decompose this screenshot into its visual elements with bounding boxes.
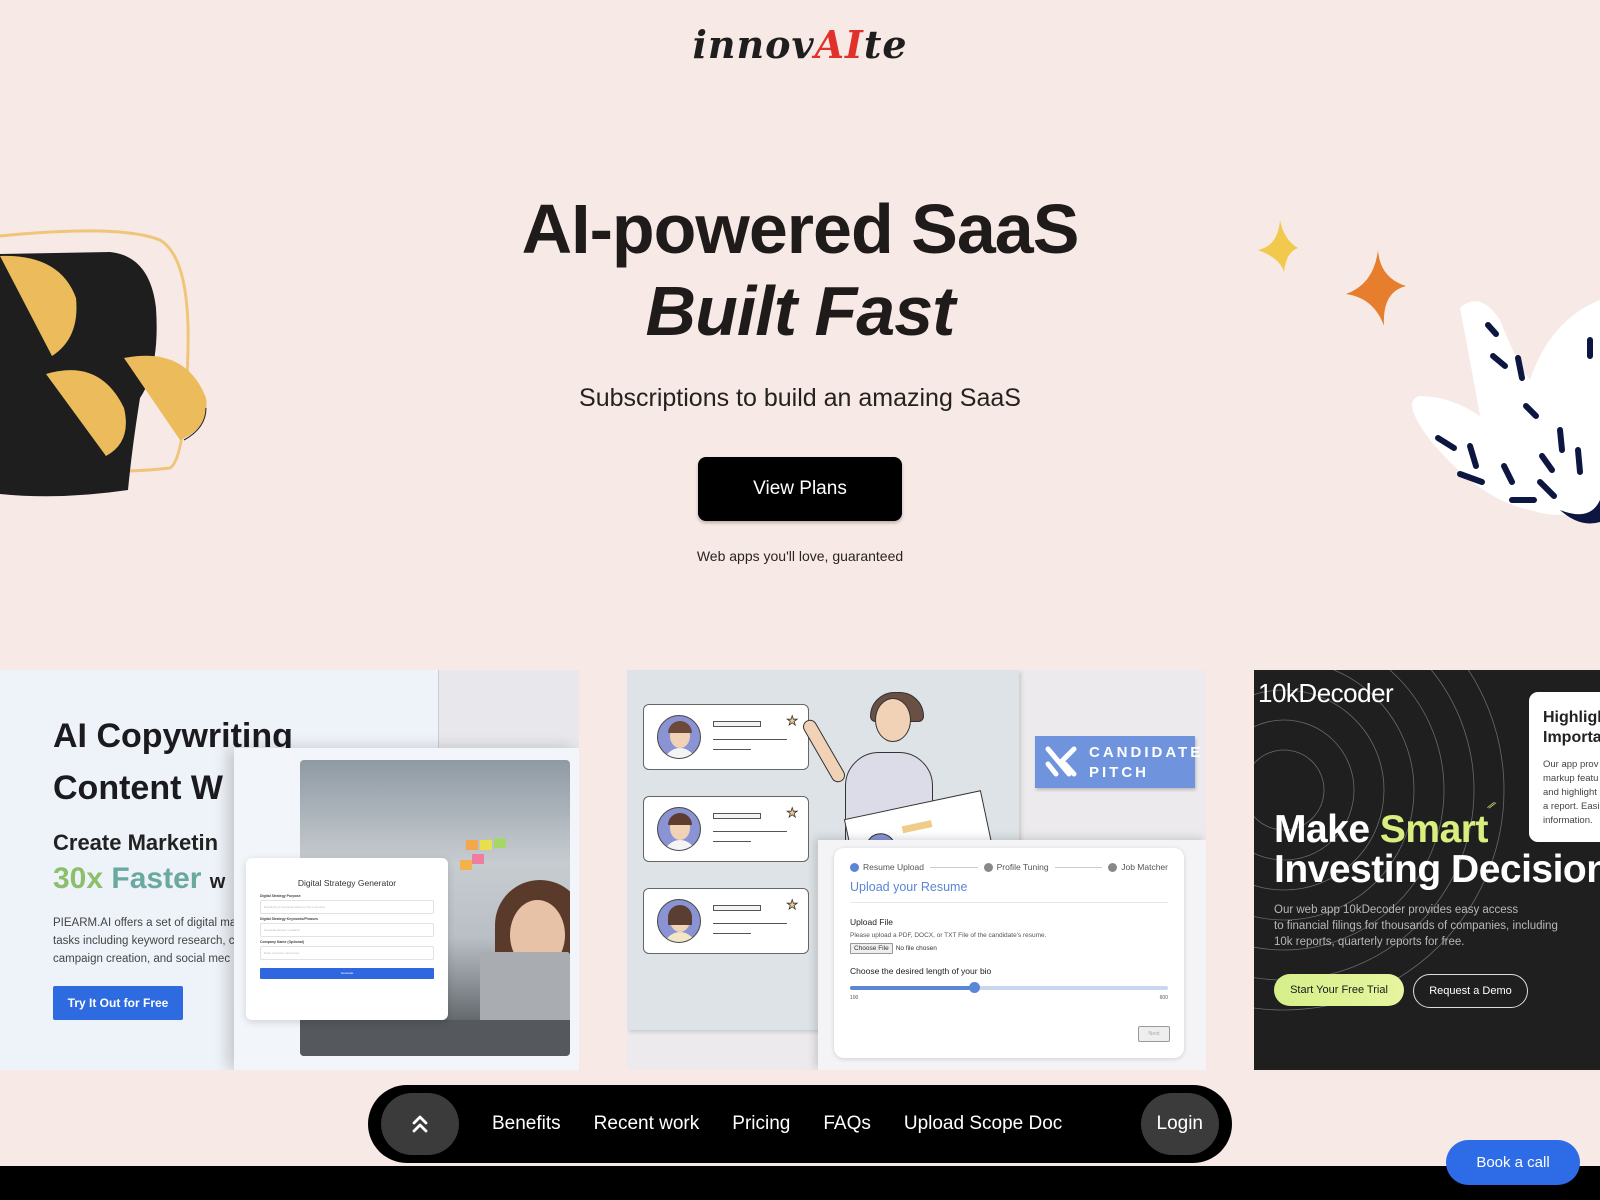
purpose-field: Explaining a Financial Advisory firm's s… <box>260 900 434 914</box>
highlight-title-line1: Highligh <box>1543 709 1600 726</box>
keywords-field: Financial advisor in Atlanta <box>260 923 434 937</box>
star-icon: ★ <box>786 713 798 729</box>
slider-min: 100 <box>850 995 859 1001</box>
work-card-candidate-pitch[interactable]: ★ ★ ★ CANDIDATE PITCH Resume Upload Prof… <box>627 670 1206 1070</box>
view-plans-button[interactable]: View Plans <box>698 457 902 521</box>
digital-strategy-form: Digital Strategy Generator Digital Strat… <box>246 858 448 1020</box>
profile-card: ★ <box>643 796 809 862</box>
candidate-pitch-mark-icon <box>1045 746 1077 777</box>
nav-benefits[interactable]: Benefits <box>492 1113 561 1135</box>
avatar <box>657 715 701 759</box>
logo-text-line2: PITCH <box>1089 764 1149 781</box>
upload-help-text: Please upload a PDF, DOCX, or TXT File o… <box>850 932 1047 939</box>
card-description: PIEARM.AI offers a set of digital ma tas… <box>53 917 237 965</box>
nav-faqs[interactable]: FAQs <box>823 1113 871 1135</box>
work-card-10kdecoder[interactable]: 10kDecoder Highligh Importa Our app prov… <box>1254 670 1600 1070</box>
nav-upload-scope-doc[interactable]: Upload Scope Doc <box>904 1113 1062 1135</box>
headline-line2: Investing Decision <box>1274 848 1600 891</box>
logo-prefix: innov <box>692 22 815 67</box>
profile-card: ★ <box>643 704 809 770</box>
slider-thumb <box>969 982 981 993</box>
upload-file-label: Upload File <box>850 917 893 927</box>
description-line: Our web app 10kDecoder provides easy acc… <box>1274 904 1519 916</box>
field-label: Digital Strategy Keywords/Phrases <box>260 917 318 921</box>
star-icon: ★ <box>786 897 798 913</box>
generate-button: Generate <box>260 968 434 979</box>
headline-word: Make <box>1274 808 1370 851</box>
candidate-pitch-logo: CANDIDATE PITCH <box>1035 736 1200 788</box>
choose-file-button: Choose File <box>850 943 893 954</box>
book-a-call-button[interactable]: Book a call <box>1446 1140 1580 1185</box>
speed-claim: 30x Faster w <box>53 862 225 896</box>
login-button[interactable]: Login <box>1140 1093 1219 1155</box>
resume-upload-preview: Resume Upload Profile Tuning Job Matcher… <box>818 840 1206 1070</box>
laptop-image <box>480 952 570 1022</box>
highlight-body-line: and highlight <box>1543 787 1597 798</box>
headline-accent-word: Smart <box>1379 808 1489 851</box>
profile-card: ★ <box>643 888 809 954</box>
no-file-text: No file chosen <box>895 945 937 952</box>
hero-guarantee-note: Web apps you'll love, guaranteed <box>696 548 904 564</box>
10kdecoder-description: Our web app 10kDecoder provides easy acc… <box>1274 902 1558 950</box>
speed-tail: w <box>209 871 226 893</box>
double-chevron-up-icon <box>412 1115 428 1133</box>
step-profile-tuning: Profile Tuning <box>983 862 1049 872</box>
hero-title-line2: Built Fast <box>645 272 956 350</box>
description-line: 10k reports, quarterly reports for free. <box>1274 936 1465 948</box>
step-resume-upload: Resume Upload <box>850 862 924 872</box>
next-button: Next <box>1138 1026 1170 1042</box>
company-field: Enter company name here <box>260 946 434 960</box>
slider-max: 600 <box>1159 995 1168 1001</box>
background-panel <box>438 670 579 750</box>
logo-suffix: te <box>863 22 908 67</box>
10kdecoder-brand: 10kDecoder <box>1258 678 1394 708</box>
slider-fill <box>850 986 975 990</box>
avatar <box>657 807 701 851</box>
field-label: Company Name (Optional) <box>260 940 304 944</box>
stepper: Resume Upload Profile Tuning Job Matcher <box>850 862 1168 872</box>
highlight-body-line: markup featu <box>1543 773 1599 784</box>
10kdecoder-headline: Make Smart Investing Decision <box>1274 810 1600 890</box>
description-line: to financial filings for thousands of co… <box>1274 920 1558 932</box>
site-logo[interactable]: innovAIte <box>0 22 1600 67</box>
nav-pricing[interactable]: Pricing <box>732 1113 790 1135</box>
bio-length-slider <box>850 982 1168 993</box>
field-label: Digital Strategy Purpose <box>260 894 301 898</box>
highlight-title-line2: Importa <box>1543 729 1600 746</box>
footer-strip <box>0 1166 1600 1200</box>
card-subheading: Create Marketin <box>53 830 219 855</box>
upload-title: Upload your Resume <box>850 880 1168 903</box>
hero-subtitle: Subscriptions to build an amazing SaaS <box>579 384 1021 412</box>
hero-title-line1: AI-powered SaaS <box>521 190 1080 268</box>
step-job-matcher: Job Matcher <box>1108 862 1168 872</box>
hero-title: AI-powered SaaS Built Fast <box>0 188 1600 352</box>
star-icon: ★ <box>786 805 798 821</box>
speed-multiplier: 30x <box>53 862 104 895</box>
scroll-to-top-button[interactable] <box>381 1093 459 1155</box>
avatar <box>657 899 701 943</box>
app-preview-frame: Digital Strategy Generator Digital Strat… <box>234 748 579 1070</box>
start-free-trial-button[interactable]: Start Your Free Trial <box>1274 974 1404 1006</box>
highlight-body-line: Our app prov <box>1543 759 1599 770</box>
nav-recent-work[interactable]: Recent work <box>594 1113 700 1135</box>
form-title: Digital Strategy Generator <box>297 878 397 888</box>
bio-length-label: Choose the desired length of your bio <box>850 966 992 976</box>
work-card-piearm[interactable]: AI Copywriting Content W Create Marketin… <box>0 670 579 1070</box>
try-it-free-button[interactable]: Try It Out for Free <box>53 986 183 1020</box>
logo-text-line1: CANDIDATE <box>1089 744 1204 761</box>
request-demo-button[interactable]: Request a Demo <box>1413 974 1528 1008</box>
file-input: Choose File No file chosen <box>850 943 1168 954</box>
logo-ai: AI <box>814 22 864 67</box>
floating-nav-bar: Benefits Recent work Pricing FAQs Upload… <box>368 1085 1232 1163</box>
speed-word: Faster <box>111 862 202 895</box>
